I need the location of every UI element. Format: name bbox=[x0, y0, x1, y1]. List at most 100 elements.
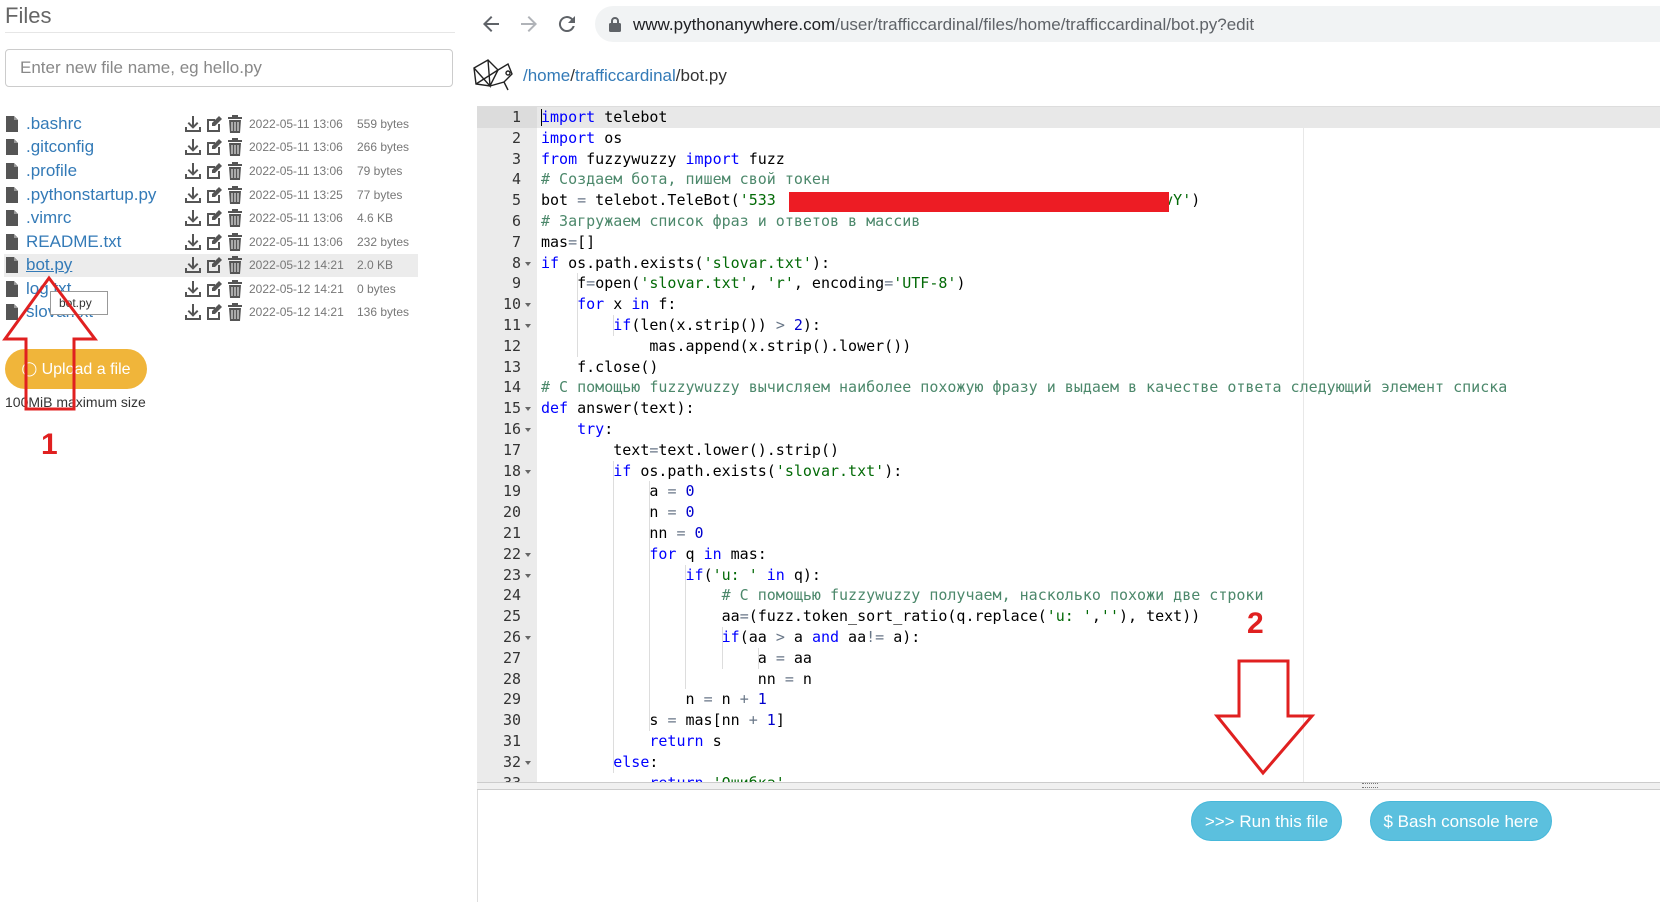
delete-trash-icon[interactable] bbox=[226, 303, 244, 321]
download-icon[interactable] bbox=[184, 233, 202, 251]
edit-icon[interactable] bbox=[205, 138, 223, 156]
code-line[interactable]: # Загружаем список фраз и ответов в масс… bbox=[541, 211, 920, 232]
fold-toggle-icon[interactable] bbox=[525, 324, 531, 328]
fold-toggle-icon[interactable] bbox=[525, 407, 531, 412]
run-file-button[interactable]: >>> Run this file bbox=[1191, 801, 1342, 841]
delete-trash-icon[interactable] bbox=[226, 256, 244, 274]
edit-icon[interactable] bbox=[205, 303, 223, 321]
code-line[interactable]: def answer(text): bbox=[541, 398, 695, 419]
download-icon[interactable] bbox=[184, 162, 202, 180]
code-line[interactable]: for q in mas: bbox=[541, 544, 766, 565]
edit-icon[interactable] bbox=[205, 209, 223, 227]
line-number: 15 bbox=[502, 399, 521, 418]
reload-icon[interactable] bbox=[555, 12, 579, 36]
file-size: 266 bytes bbox=[357, 140, 410, 154]
delete-trash-icon[interactable] bbox=[226, 233, 244, 251]
fold-toggle-icon[interactable] bbox=[525, 573, 531, 578]
line-number: 31 bbox=[502, 732, 521, 750]
code-line[interactable]: mas=[] bbox=[541, 232, 595, 253]
fold-toggle-icon[interactable] bbox=[525, 552, 531, 557]
fold-toggle-icon[interactable] bbox=[525, 469, 531, 474]
download-icon[interactable] bbox=[184, 115, 202, 133]
code-line[interactable]: n = n + 1 bbox=[541, 689, 766, 710]
file-size: 79 bytes bbox=[357, 164, 403, 178]
code-line[interactable]: n = 0 bbox=[541, 502, 694, 523]
code-line[interactable]: if os.path.exists('slovar.txt'): bbox=[541, 461, 902, 482]
edit-icon[interactable] bbox=[205, 186, 223, 204]
code-line[interactable]: text=text.lower().strip() bbox=[541, 440, 839, 461]
file-path-breadcrumb: /home/trafficcardinal/bot.py bbox=[523, 66, 727, 86]
code-line[interactable]: return s bbox=[541, 731, 721, 752]
file-name-link[interactable]: .vimrc bbox=[26, 208, 71, 228]
download-icon[interactable] bbox=[184, 186, 202, 204]
edit-icon[interactable] bbox=[205, 280, 223, 298]
download-icon[interactable] bbox=[184, 303, 202, 321]
edit-icon[interactable] bbox=[205, 162, 223, 180]
code-line[interactable]: else: bbox=[541, 752, 658, 773]
fold-toggle-icon[interactable] bbox=[525, 261, 531, 266]
delete-trash-icon[interactable] bbox=[226, 138, 244, 156]
code-line[interactable]: if(len(x.strip()) > 2): bbox=[541, 315, 821, 336]
bash-console-button[interactable]: $ Bash console here bbox=[1370, 801, 1552, 841]
url-domain: www.pythonanywhere.com bbox=[633, 15, 836, 34]
code-line[interactable]: mas.append(x.strip().lower()) bbox=[541, 336, 911, 357]
file-icon bbox=[6, 116, 18, 132]
file-name-link[interactable]: .profile bbox=[26, 161, 77, 181]
code-line[interactable]: if('u: ' in q): bbox=[541, 565, 821, 586]
forward-arrow-icon[interactable] bbox=[517, 12, 541, 36]
back-arrow-icon[interactable] bbox=[479, 12, 503, 36]
breadcrumb-user-link[interactable]: trafficcardinal bbox=[575, 66, 676, 85]
file-size: 559 bytes bbox=[357, 117, 410, 131]
download-icon[interactable] bbox=[184, 138, 202, 156]
code-line[interactable]: f.close() bbox=[541, 357, 658, 378]
delete-trash-icon[interactable] bbox=[226, 115, 244, 133]
fold-toggle-icon[interactable] bbox=[525, 636, 531, 640]
code-line[interactable]: s = mas[nn + 1] bbox=[541, 710, 784, 731]
delete-trash-icon[interactable] bbox=[226, 209, 244, 227]
code-line[interactable]: for x in f: bbox=[541, 294, 676, 315]
file-name-link[interactable]: .gitconfig bbox=[26, 137, 94, 157]
new-file-name-input[interactable] bbox=[5, 49, 453, 87]
resize-grip-icon[interactable] bbox=[1362, 783, 1378, 788]
delete-trash-icon[interactable] bbox=[226, 162, 244, 180]
line-number: 5 bbox=[511, 191, 521, 210]
fold-toggle-icon[interactable] bbox=[525, 428, 531, 432]
code-line[interactable]: if(aa > a and aa!= a): bbox=[541, 627, 921, 648]
code-line[interactable]: # Создаем бота, пишем свой токен bbox=[541, 169, 830, 190]
line-number: 19 bbox=[502, 482, 521, 501]
delete-trash-icon[interactable] bbox=[226, 186, 244, 204]
file-name-link[interactable]: README.txt bbox=[26, 232, 121, 252]
code-line[interactable]: nn = n bbox=[541, 669, 812, 690]
code-line[interactable]: a = 0 bbox=[541, 481, 694, 502]
file-date: 2022-05-11 13:25 bbox=[249, 188, 343, 202]
download-icon[interactable] bbox=[184, 209, 202, 227]
pythonanywhere-logo-icon[interactable] bbox=[468, 56, 516, 96]
delete-trash-icon[interactable] bbox=[226, 280, 244, 298]
download-icon[interactable] bbox=[184, 256, 202, 274]
code-line[interactable]: import telebot bbox=[541, 107, 667, 128]
edit-icon[interactable] bbox=[205, 256, 223, 274]
file-name-link[interactable]: bot.py bbox=[26, 255, 72, 275]
code-line[interactable]: a = aa bbox=[541, 648, 812, 669]
fold-toggle-icon[interactable] bbox=[525, 303, 531, 308]
editor-resize-bar[interactable] bbox=[477, 782, 1660, 790]
fold-toggle-icon[interactable] bbox=[525, 760, 531, 765]
code-line[interactable]: from fuzzywuzzy import fuzz bbox=[541, 149, 785, 170]
edit-icon[interactable] bbox=[205, 115, 223, 133]
file-name-link[interactable]: .bashrc bbox=[26, 114, 82, 134]
file-date: 2022-05-11 13:06 bbox=[249, 117, 343, 131]
code-line[interactable]: if os.path.exists('slovar.txt'): bbox=[541, 253, 830, 274]
code-editor[interactable]: 1 2 3 4 5 6 7 8 9 10 11 12 13 14 15 16 17 18 19 20 21 22 23 24 2… bbox=[477, 106, 1660, 783]
breadcrumb-home-link[interactable]: /home bbox=[523, 66, 570, 85]
download-icon[interactable] bbox=[184, 280, 202, 298]
code-line[interactable]: import os bbox=[541, 128, 622, 149]
file-name-link[interactable]: .pythonstartup.py bbox=[26, 185, 156, 205]
code-line[interactable]: # С помощью fuzzywuzzy вычисляем наиболе… bbox=[541, 377, 1507, 398]
code-line[interactable]: nn = 0 bbox=[541, 523, 703, 544]
edit-icon[interactable] bbox=[205, 233, 223, 251]
url-text[interactable]: www.pythonanywhere.com/user/trafficcardi… bbox=[633, 15, 1254, 35]
line-number: 3 bbox=[511, 149, 521, 168]
code-line[interactable]: f=open('slovar.txt', 'r', encoding='UTF-… bbox=[541, 273, 965, 294]
code-line[interactable]: try: bbox=[541, 419, 613, 440]
code-line[interactable]: aa=(fuzz.token_sort_ratio(q.replace('u: … bbox=[541, 606, 1201, 627]
